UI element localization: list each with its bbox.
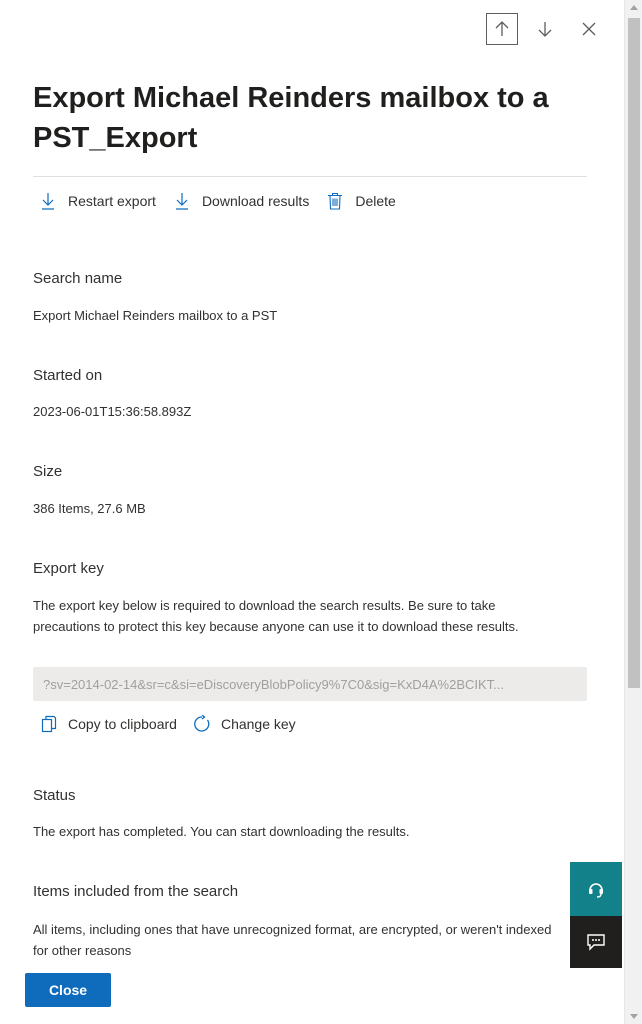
delete-label: Delete xyxy=(355,193,396,209)
size-label: Size xyxy=(33,463,63,480)
help-button[interactable] xyxy=(570,862,622,916)
change-key-label: Change key xyxy=(220,716,296,732)
download-results-button[interactable]: Download results xyxy=(174,192,309,210)
scroll-up-arrow-icon[interactable] xyxy=(630,5,638,10)
started-on-value: 2023-06-01T15:36:58.893Z xyxy=(33,404,192,419)
feedback-button[interactable] xyxy=(570,916,622,968)
change-key-button[interactable]: Change key xyxy=(193,715,296,733)
panel-navigation xyxy=(476,12,606,46)
delete-button[interactable]: Delete xyxy=(327,192,396,210)
command-bar: Restart export Download results Delete xyxy=(40,188,414,214)
previous-item-button[interactable] xyxy=(486,13,518,45)
download-arrow-icon xyxy=(40,192,56,210)
items-included-value: All items, including ones that have unre… xyxy=(33,922,552,958)
arrow-up-icon xyxy=(495,21,509,36)
vertical-scrollbar[interactable] xyxy=(624,0,642,1024)
export-key-label: Export key xyxy=(33,560,104,577)
arrow-down-icon xyxy=(538,22,552,37)
search-name-label: Search name xyxy=(33,270,123,287)
copy-to-clipboard-button[interactable]: Copy to clipboard xyxy=(40,715,177,733)
panel-title: Export Michael Reinders mailbox to a PST… xyxy=(33,82,549,154)
export-key-value: ?sv=2014-02-14&sr=c&si=eDiscoveryBlobPol… xyxy=(43,676,504,692)
status-label: Status xyxy=(33,787,76,804)
status-value: The export has completed. You can start … xyxy=(33,824,410,839)
search-name-value: Export Michael Reinders mailbox to a PST xyxy=(33,308,278,323)
scrollbar-thumb[interactable] xyxy=(628,18,640,688)
export-key-actions: Copy to clipboard Change key xyxy=(40,712,312,736)
restart-export-label: Restart export xyxy=(68,193,156,209)
started-on-label: Started on xyxy=(33,367,103,384)
copy-to-clipboard-label: Copy to clipboard xyxy=(68,716,177,732)
copy-icon xyxy=(40,715,58,733)
close-icon xyxy=(582,22,596,36)
scroll-down-arrow-icon[interactable] xyxy=(630,1014,638,1019)
download-results-label: Download results xyxy=(201,193,310,209)
refresh-icon xyxy=(193,715,211,733)
title-divider xyxy=(33,176,587,177)
export-key-field[interactable]: ?sv=2014-02-14&sr=c&si=eDiscoveryBlobPol… xyxy=(33,667,587,701)
trash-icon xyxy=(327,192,343,210)
restart-export-button[interactable]: Restart export xyxy=(40,192,156,210)
close-panel-button[interactable] xyxy=(572,12,606,46)
size-value: 386 Items, 27.6 MB xyxy=(33,501,146,516)
export-details-panel: Export Michael Reinders mailbox to a PST… xyxy=(0,0,624,1024)
close-button[interactable]: Close xyxy=(25,973,111,1007)
chat-feedback-icon xyxy=(587,934,605,951)
next-item-button[interactable] xyxy=(528,12,562,46)
headset-icon xyxy=(589,883,603,898)
export-key-description: The export key below is required to down… xyxy=(33,598,519,634)
items-included-label: Items included from the search xyxy=(33,883,239,900)
download-arrow-icon xyxy=(174,192,190,210)
